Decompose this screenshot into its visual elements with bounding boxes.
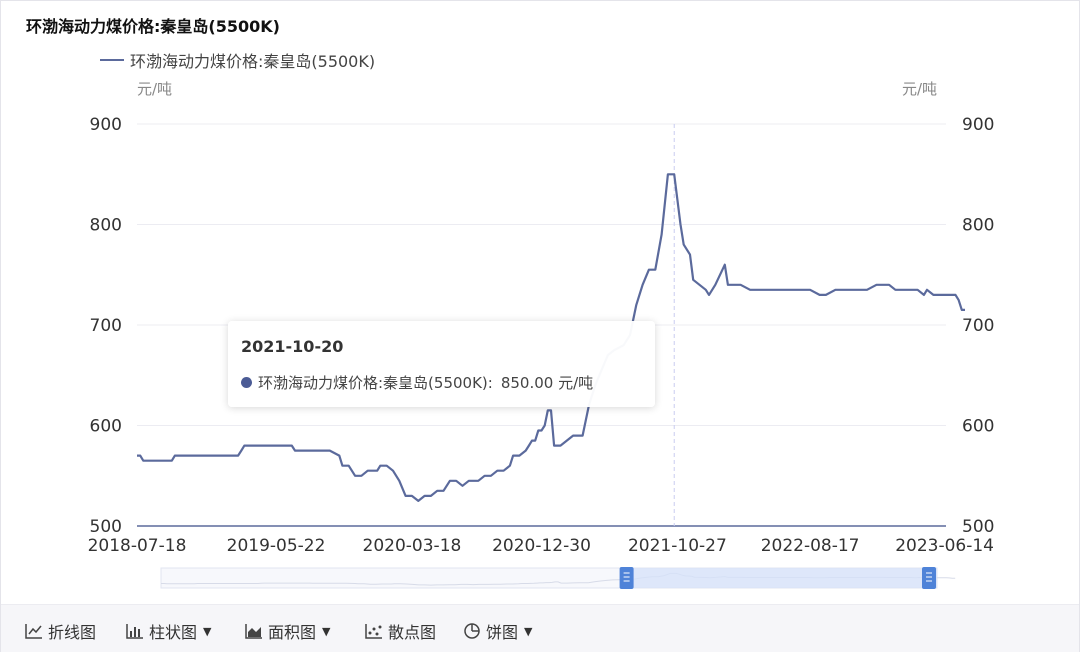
y-tick-label-right: 500 xyxy=(962,517,994,537)
data-tooltip: 2021-10-20 环渤海动力煤价格:秦皇岛(5500K) : 850.00 … xyxy=(228,321,655,407)
x-tick-label: 2020-12-30 xyxy=(492,536,591,556)
x-tick-label: 2020-03-18 xyxy=(363,536,462,556)
zoom-slider-right-handle[interactable] xyxy=(922,567,936,589)
y-tick-label-left: 600 xyxy=(90,417,122,437)
bar-chart-icon xyxy=(126,624,143,639)
line-chart-icon xyxy=(25,624,42,639)
pie-chart-icon xyxy=(464,623,480,639)
tooltip-row: 环渤海动力煤价格:秦皇岛(5500K) : 850.00 元/吨 xyxy=(241,372,593,393)
y-tick-label-left: 500 xyxy=(90,517,122,537)
y-tick-label-right: 600 xyxy=(962,417,994,437)
x-tick-label: 2023-06-14 xyxy=(895,536,994,556)
y-tick-label-right: 700 xyxy=(962,316,994,336)
area-chart-dropdown-icon[interactable]: ▼ xyxy=(322,625,330,638)
line-chart-label: 折线图 xyxy=(48,623,97,642)
scatter-chart-label: 散点图 xyxy=(388,623,437,642)
area-chart-button[interactable]: 面积图 ▼ xyxy=(245,619,330,643)
area-chart-icon xyxy=(245,624,262,639)
tooltip-series-dot xyxy=(241,377,252,388)
x-tick-label: 2019-05-22 xyxy=(227,536,326,556)
pie-chart-dropdown-icon[interactable]: ▼ xyxy=(524,625,532,638)
tooltip-series-name: 环渤海动力煤价格:秦皇岛(5500K) xyxy=(258,374,488,392)
zoom-slider-window[interactable] xyxy=(626,568,937,588)
y-tick-label-left: 800 xyxy=(90,216,122,236)
zoom-slider-left-handle[interactable] xyxy=(619,567,634,589)
x-tick-label: 2018-07-18 xyxy=(88,536,187,556)
scatter-chart-icon xyxy=(365,624,382,639)
pie-chart-label: 饼图 xyxy=(486,623,519,642)
area-chart-label: 面积图 xyxy=(268,623,317,642)
y-tick-label-left: 900 xyxy=(90,115,122,135)
pie-chart-button[interactable]: 饼图 ▼ xyxy=(463,619,532,643)
bar-chart-label: 柱状图 xyxy=(149,623,198,642)
bar-chart-button[interactable]: 柱状图 ▼ xyxy=(126,619,211,643)
chart-type-toolbar: 折线图 柱状图 ▼ 面积图 ▼ 散点图 饼图 ▼ xyxy=(1,604,1079,652)
line-chart[interactable]: 500 500 600 600 700 700 800 800 900 900 2018-07-18… xyxy=(0,0,1080,604)
tooltip-date: 2021-10-20 xyxy=(241,337,344,356)
line-chart-button[interactable]: 折线图 xyxy=(25,619,96,643)
scatter-chart-button[interactable]: 散点图 xyxy=(365,619,436,643)
y-tick-label-left: 700 xyxy=(90,316,122,336)
tooltip-value: 850.00 元/吨 xyxy=(500,374,594,392)
x-tick-label: 2022-08-17 xyxy=(761,536,860,556)
bar-chart-dropdown-icon[interactable]: ▼ xyxy=(203,625,211,638)
y-tick-label-right: 900 xyxy=(962,115,994,135)
tooltip-separator: : xyxy=(487,373,493,392)
x-tick-label: 2021-10-27 xyxy=(628,536,727,556)
y-tick-label-right: 800 xyxy=(962,216,994,236)
